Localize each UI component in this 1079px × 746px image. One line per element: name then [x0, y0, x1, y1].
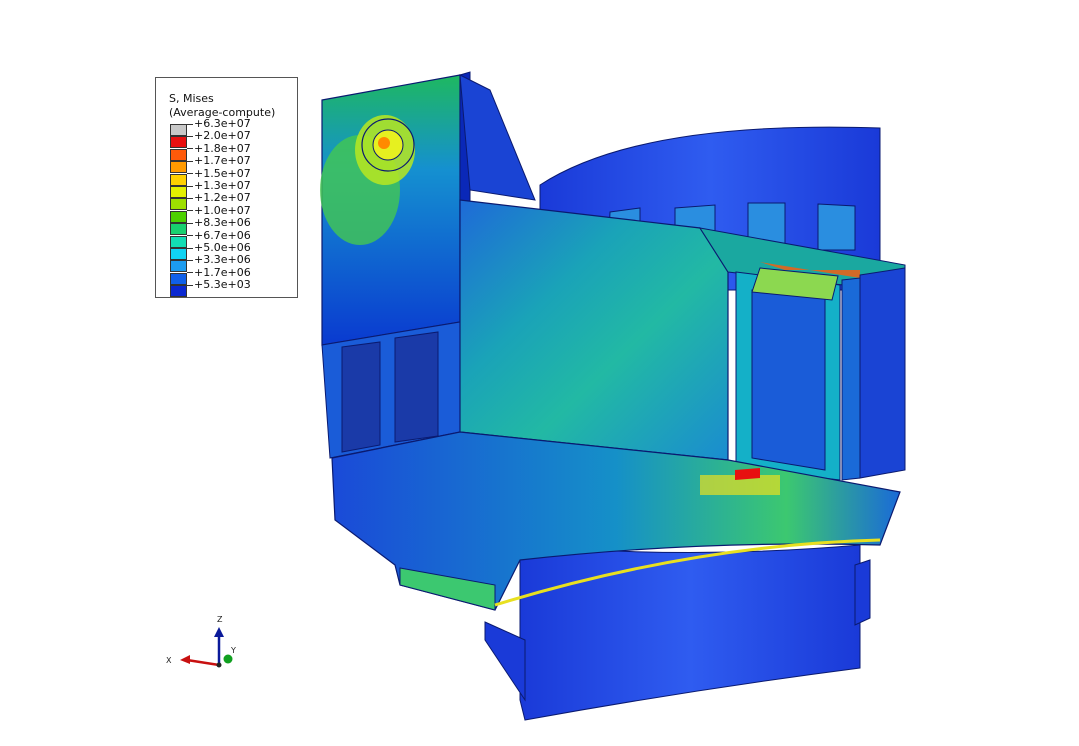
drum-lower: [484, 544, 871, 721]
coordinate-triad: [180, 627, 233, 668]
right-cell: [735, 267, 906, 481]
triad-z-label: Z: [217, 615, 223, 624]
triad-y-label: Y: [231, 646, 236, 655]
triad-x-label: X: [166, 656, 172, 665]
fea-model-view: [180, 71, 906, 721]
